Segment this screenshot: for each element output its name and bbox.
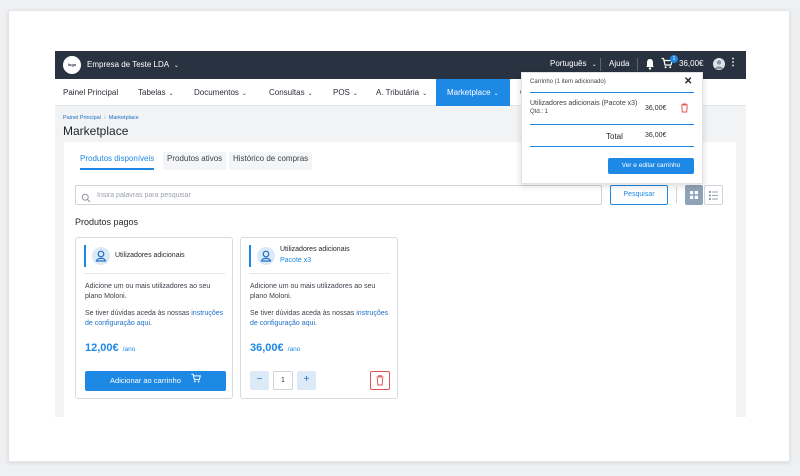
- nav-item-marketplace[interactable]: Marketplace ⌄: [436, 79, 510, 106]
- section-title: Produtos pagos: [75, 217, 139, 227]
- user-icon: [92, 247, 110, 265]
- page-title: Marketplace: [63, 124, 129, 138]
- chevron-down-icon: ⌄: [241, 91, 247, 97]
- nav-item-consultas[interactable]: Consultas ⌄: [269, 79, 313, 106]
- close-icon[interactable]: ✕: [684, 76, 692, 87]
- plus-icon[interactable]: +: [297, 371, 316, 390]
- price-period: /ano: [287, 346, 301, 353]
- product-name: Utilizadores adicionais: [280, 246, 350, 253]
- chevron-down-icon: ⌄: [168, 91, 174, 97]
- cart-total-label: Total: [606, 132, 623, 141]
- language-label: Português: [550, 59, 587, 68]
- search-input[interactable]: [97, 189, 587, 201]
- divider: [530, 146, 694, 147]
- divider: [249, 273, 390, 274]
- price-value: 36,00€: [250, 342, 284, 354]
- add-to-cart-label: Adicionar ao carrinho: [110, 376, 181, 385]
- price-value: 12,00€: [85, 342, 119, 354]
- add-to-cart-button[interactable]: Adicionar ao carrinho: [85, 371, 226, 391]
- nav-item-label: Documentos: [194, 88, 239, 97]
- tab-historico-de-compras[interactable]: Histórico de compras: [229, 152, 313, 170]
- cart-total-value: 36,00€: [645, 132, 667, 139]
- trash-icon[interactable]: [370, 371, 390, 390]
- help-text: Se tiver dúvidas aceda às nossas: [250, 310, 355, 317]
- chevron-down-icon: ⌄: [307, 91, 313, 97]
- search-button[interactable]: Pesquisar: [610, 185, 668, 205]
- nav-item-painel-principal[interactable]: Painel Principal: [63, 79, 118, 106]
- tab-produtos-disponiveis[interactable]: Produtos disponíveis: [80, 152, 155, 170]
- product-help: Se tiver dúvidas aceda às nossas instruç…: [250, 309, 392, 329]
- product-price: 12,00€/ano: [85, 342, 135, 354]
- user-avatar-icon[interactable]: [713, 58, 725, 70]
- product-card: Utilizadores adicionais Adicione um ou m…: [75, 237, 233, 399]
- breadcrumb-item[interactable]: Painel Principal: [63, 115, 101, 121]
- product-description: Adicione um ou mais utilizadores ao seu …: [250, 283, 376, 300]
- divider: [530, 124, 694, 125]
- cart-dropdown: Carrinho (1 item adicionado) ✕ Utilizado…: [521, 72, 703, 184]
- nav-item-documentos[interactable]: Documentos ⌄: [194, 79, 247, 106]
- nav-item-label: Marketplace: [447, 88, 491, 97]
- language-selector[interactable]: Português ⌄: [550, 59, 597, 68]
- grid-view-icon[interactable]: [685, 185, 703, 205]
- divider: [637, 58, 638, 71]
- nav-item-label: POS: [333, 88, 350, 97]
- list-view-icon[interactable]: [704, 185, 723, 205]
- chevron-down-icon: ⌄: [422, 91, 428, 97]
- help-link[interactable]: Ajuda: [609, 59, 629, 68]
- company-name: Empresa de Teste LDA: [87, 60, 169, 69]
- nav-item-label: Painel Principal: [63, 88, 119, 97]
- product-header: Utilizadores adicionais: [84, 245, 224, 267]
- cart-total[interactable]: 36,00€: [679, 59, 703, 68]
- cart-title: Carrinho (1 item adicionado): [530, 79, 606, 85]
- breadcrumb-separator: ›: [103, 115, 106, 121]
- chevron-down-icon: ⌄: [173, 63, 179, 69]
- user-icon: [257, 247, 275, 265]
- minus-icon[interactable]: −: [250, 371, 269, 390]
- company-logo[interactable]: logo: [63, 56, 81, 74]
- nav-item-pos[interactable]: POS ⌄: [333, 79, 358, 106]
- product-description: Adicione um ou mais utilizadores ao seu …: [85, 283, 211, 300]
- quantity-field[interactable]: 1: [273, 371, 293, 390]
- cart-item-qty: Qtd.: 1: [530, 109, 549, 115]
- help-text: Se tiver dúvidas aceda às nossas: [85, 310, 190, 317]
- chevron-down-icon: ⌄: [591, 62, 597, 68]
- product-price: 36,00€/ano: [250, 342, 300, 354]
- cart-icon: [191, 371, 201, 391]
- product-card: Utilizadores adicionais Pacote x3 Adicio…: [240, 237, 398, 399]
- search-icon: [81, 190, 91, 208]
- product-subtitle: Pacote x3: [280, 257, 312, 264]
- nav-item-a-tributaria[interactable]: A. Tributária ⌄: [376, 79, 427, 106]
- tab-produtos-ativos[interactable]: Produtos ativos: [163, 152, 227, 170]
- company-selector[interactable]: Empresa de Teste LDA ⌄: [87, 60, 179, 69]
- divider: [530, 92, 694, 93]
- nav-item-label: Consultas: [269, 88, 305, 97]
- bell-icon[interactable]: [645, 58, 655, 72]
- divider: [84, 273, 225, 274]
- more-icon[interactable]: ⋮: [728, 57, 738, 68]
- cart-item-name: Utilizadores adicionais (Pacote x3): [530, 100, 638, 107]
- nav-item-tabelas[interactable]: Tabelas ⌄: [138, 79, 174, 106]
- view-edit-cart-button[interactable]: Ver e editar carrinho: [608, 158, 694, 174]
- breadcrumb-item[interactable]: Marketplace: [109, 115, 139, 121]
- product-header: Utilizadores adicionais Pacote x3: [249, 245, 389, 267]
- divider: [600, 58, 601, 71]
- price-period: /ano: [122, 346, 136, 353]
- chevron-down-icon: ⌄: [352, 91, 358, 97]
- nav-item-label: Tabelas: [138, 88, 166, 97]
- nav-item-label: A. Tributária: [376, 88, 420, 97]
- product-help: Se tiver dúvidas aceda às nossas instruç…: [85, 309, 227, 329]
- chevron-down-icon: ⌄: [493, 91, 499, 97]
- divider: [676, 187, 677, 203]
- product-name: Utilizadores adicionais: [115, 252, 185, 259]
- cart-item-price: 36,00€: [645, 105, 667, 112]
- breadcrumb: Painel Principal › Marketplace: [63, 115, 139, 121]
- trash-icon[interactable]: [680, 103, 689, 115]
- search-box: [75, 185, 602, 205]
- cart-count-badge: 1: [670, 55, 678, 63]
